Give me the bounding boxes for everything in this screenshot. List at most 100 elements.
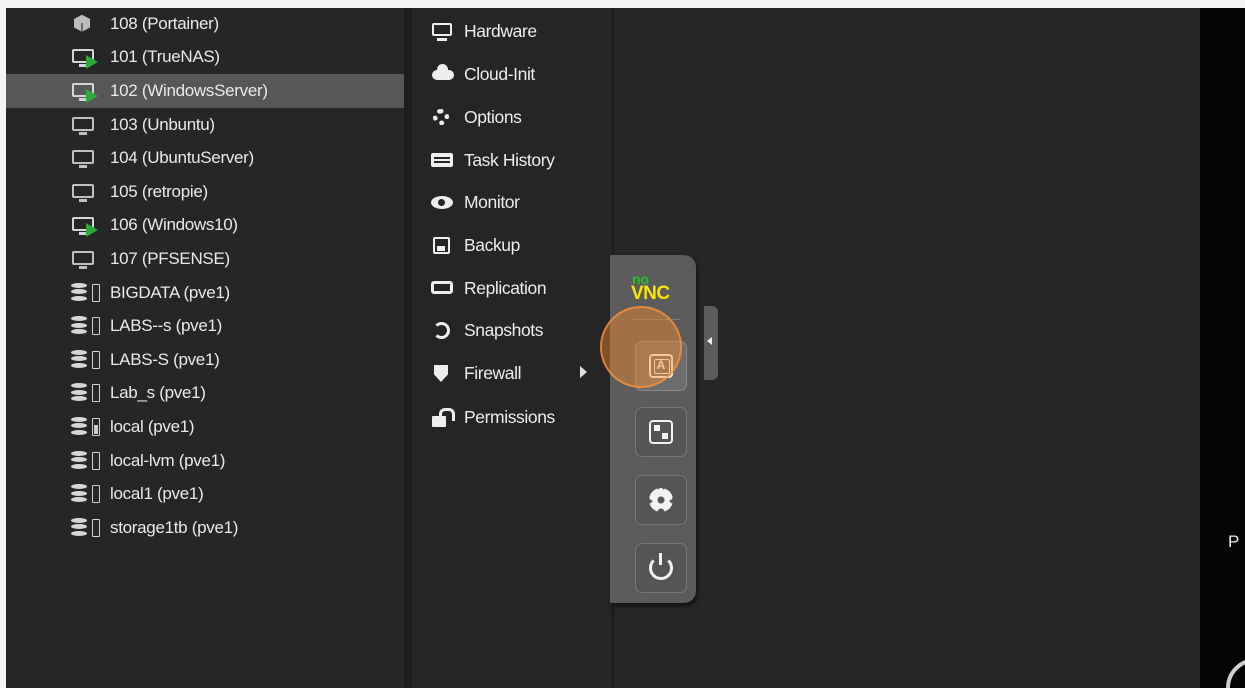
storage-icon xyxy=(70,483,110,505)
tree-item[interactable]: Lab_s (pve1) xyxy=(6,377,404,411)
gear-icon xyxy=(430,107,464,127)
floppy-icon xyxy=(430,235,464,255)
tree-item[interactable]: local (pve1) xyxy=(6,410,404,444)
vnc-screen[interactable]: P xyxy=(1200,8,1245,688)
tree-item-label: 105 (retropie) xyxy=(110,181,208,201)
tree-item-label: Lab_s (pve1) xyxy=(110,383,206,403)
menu-item-label: Permissions xyxy=(464,406,555,427)
menu-item-label: Snapshots xyxy=(464,319,544,340)
menu-item-replication[interactable]: Replication xyxy=(412,273,547,303)
menu-item-hardware[interactable]: Hardware xyxy=(412,16,537,46)
submenu-arrow-icon xyxy=(580,366,587,378)
tree-item[interactable]: 103 (Unbuntu) xyxy=(6,108,404,142)
vm-stopped-icon xyxy=(70,248,110,270)
tree-item[interactable]: 105 (retropie) xyxy=(6,175,404,209)
vm-stopped-icon xyxy=(70,147,110,169)
resource-tree: 108 (Portainer) 101 (TrueNAS) 102 (Windows… xyxy=(6,8,404,688)
tree-item[interactable]: 102 (WindowsServer) xyxy=(6,74,404,108)
tree-item-label: 106 (Windows10) xyxy=(110,215,238,235)
storage-icon xyxy=(70,315,110,337)
menu-item-label: Firewall xyxy=(464,362,522,383)
tree-item[interactable]: local-lvm (pve1) xyxy=(6,444,404,478)
retweet-icon xyxy=(430,278,464,298)
vm-running-icon xyxy=(70,46,110,70)
menu-item-snapshots[interactable]: Snapshots xyxy=(412,315,544,345)
tree-item-label: 103 (Unbuntu) xyxy=(110,114,215,134)
resource-tree-list: 108 (Portainer) 101 (TrueNAS) 102 (Windows… xyxy=(6,8,404,545)
settings-button[interactable] xyxy=(635,475,687,525)
tree-item[interactable]: 104 (UbuntuServer) xyxy=(6,141,404,175)
tree-item-label: 108 (Portainer) xyxy=(110,13,219,33)
keyboard-icon: A xyxy=(649,354,673,378)
container-icon xyxy=(70,13,110,35)
storage-icon xyxy=(70,416,110,438)
novnc-divider xyxy=(632,319,680,320)
menu-item-permissions[interactable]: Permissions xyxy=(412,402,555,432)
tree-item[interactable]: LABS--s (pve1) xyxy=(6,309,404,343)
storage-icon xyxy=(70,517,110,539)
vnc-console-area[interactable] xyxy=(614,8,1200,688)
vm-stopped-icon xyxy=(70,114,110,136)
menu-item-label: Backup xyxy=(464,234,520,255)
menu-item-cloud-init[interactable]: Cloud-Init xyxy=(412,59,535,89)
novnc-control-bar: no VNC A xyxy=(610,255,696,603)
tree-item-label: BIGDATA (pve1) xyxy=(110,282,230,302)
storage-icon xyxy=(70,349,110,371)
clipboard-icon xyxy=(649,420,673,444)
power-icon xyxy=(649,553,673,580)
caret-left-icon xyxy=(707,337,712,345)
tree-item[interactable]: storage1tb (pve1) xyxy=(6,511,404,545)
tree-item[interactable]: BIGDATA (pve1) xyxy=(6,276,404,310)
eye-icon xyxy=(430,192,464,212)
tree-item-label: local1 (pve1) xyxy=(110,484,204,504)
tree-item[interactable]: local1 (pve1) xyxy=(6,477,404,511)
tree-item[interactable]: 107 (PFSENSE) xyxy=(6,242,404,276)
tree-item[interactable]: LABS-S (pve1) xyxy=(6,343,404,377)
tree-item-label: 104 (UbuntuServer) xyxy=(110,148,254,168)
vm-running-icon xyxy=(70,214,110,238)
list-icon xyxy=(430,150,464,170)
tree-item-label: 102 (WindowsServer) xyxy=(110,80,268,100)
novnc-bar-handle[interactable] xyxy=(704,306,718,380)
tree-item-label: LABS-S (pve1) xyxy=(110,349,220,369)
vm-running-icon xyxy=(70,80,110,103)
novnc-logo-vnc: VNC xyxy=(631,283,670,304)
storage-icon xyxy=(70,282,110,304)
menu-item-label: Hardware xyxy=(464,20,537,41)
screen-text-fragment: P xyxy=(1228,532,1240,551)
storage-icon xyxy=(70,450,110,472)
history-icon xyxy=(430,320,464,340)
shield-icon xyxy=(430,363,464,383)
menu-item-label: Cloud-Init xyxy=(464,63,535,84)
vm-config-menu: Hardware Cloud-Init Options Task History Mon… xyxy=(412,8,614,688)
extra-keys-button[interactable]: A xyxy=(635,341,687,391)
tree-item-label: local (pve1) xyxy=(110,416,195,436)
menu-item-label: Options xyxy=(464,106,522,127)
menu-item-label: Replication xyxy=(464,277,547,298)
tree-item[interactable]: 101 (TrueNAS) xyxy=(6,41,404,75)
tree-item-label: 107 (PFSENSE) xyxy=(110,248,230,268)
menu-item-monitor[interactable]: Monitor xyxy=(412,187,520,217)
tree-item[interactable]: 106 (Windows10) xyxy=(6,209,404,243)
menu-item-label: Monitor xyxy=(464,191,520,212)
tree-item-label: LABS--s (pve1) xyxy=(110,316,223,336)
proxmox-window: 108 (Portainer) 101 (TrueNAS) 102 (Windows… xyxy=(6,8,1245,688)
monitor-icon xyxy=(430,21,464,41)
clipboard-button[interactable] xyxy=(635,407,687,457)
screen-graphic xyxy=(1226,658,1245,688)
menu-item-firewall[interactable]: Firewall xyxy=(412,358,587,388)
tree-item-label: 101 (TrueNAS) xyxy=(110,47,220,67)
unlock-icon xyxy=(430,407,464,427)
menu-item-task-history[interactable]: Task History xyxy=(412,145,555,175)
power-button[interactable] xyxy=(635,543,687,593)
menu-item-label: Task History xyxy=(464,149,555,170)
gear-icon xyxy=(649,488,673,512)
cloud-icon xyxy=(430,64,464,84)
tree-splitter[interactable] xyxy=(404,8,412,688)
vm-stopped-icon xyxy=(70,181,110,203)
tree-item[interactable]: 108 (Portainer) xyxy=(6,8,404,41)
tree-item-label: local-lvm (pve1) xyxy=(110,450,226,470)
menu-item-backup[interactable]: Backup xyxy=(412,230,520,260)
menu-item-options[interactable]: Options xyxy=(412,102,522,132)
tree-item-label: storage1tb (pve1) xyxy=(110,517,239,537)
